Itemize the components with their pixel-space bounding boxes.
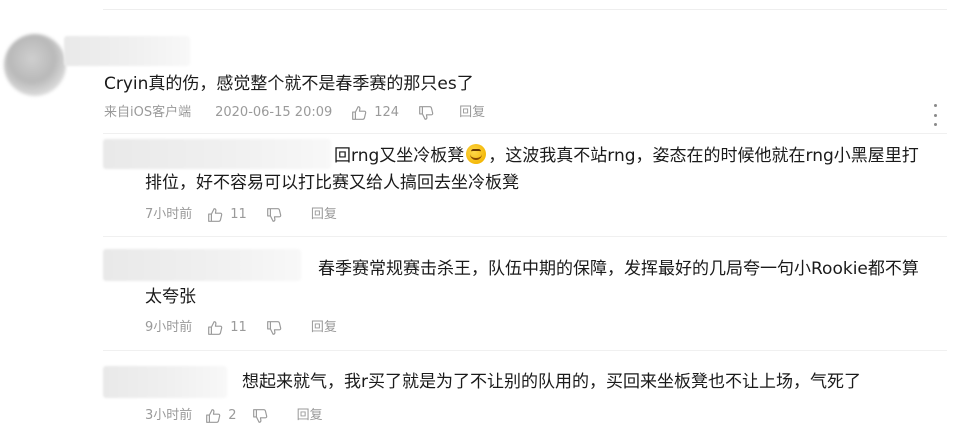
reply-text-line1: 回rng又坐冷板凳 ，这波我真不站rng，姿态在的时候他就在rng小黑屋里打: [334, 141, 919, 171]
reply-text-line2: 排位，好不容易可以打比赛又给人搞回去坐冷板凳: [145, 173, 519, 193]
reply-text-line2: 太夸张: [145, 287, 196, 307]
reply-meta: 7小时前 11 回复: [145, 206, 337, 224]
reply-button[interactable]: 回复: [459, 104, 485, 122]
reply-time: 7小时前: [145, 207, 193, 222]
reply-text-line1: 想起来就气，我r买了就是为了不让别的队用的，买回来坐板凳也不让上场，气死了: [242, 372, 861, 392]
reply-username-blurred[interactable]: [103, 249, 301, 281]
reply-button[interactable]: 回复: [297, 407, 323, 425]
thumbs-down-icon[interactable]: [265, 319, 283, 337]
username-blurred[interactable]: [64, 36, 190, 66]
like-count: 124: [374, 105, 400, 120]
reply-text-line1: 春季赛常规赛击杀王，队伍中期的保障，发挥最好的几局夸一句小Rookie都不算: [318, 259, 919, 279]
thumbs-up-icon[interactable]: [206, 206, 224, 224]
reply-meta: 3小时前 2 回复: [145, 407, 323, 425]
reply-meta: 9小时前 11 回复: [145, 319, 337, 337]
timestamp: 2020-06-15 20:09: [215, 105, 333, 120]
emoji-icon: [466, 144, 487, 164]
comment-meta: 来自iOS客户端 2020-06-15 20:09 124 回复: [104, 104, 485, 122]
comment-text: Cryin真的伤，感觉整个就不是春季赛的那只es了: [104, 74, 474, 94]
divider: [103, 350, 947, 351]
thumbs-down-icon[interactable]: [251, 407, 269, 425]
thumbs-up-icon[interactable]: [350, 104, 368, 122]
thumbs-up-icon[interactable]: [206, 319, 224, 337]
reply-text-part: ，这波我真不站rng，姿态在的时候他就在rng小黑屋里打: [488, 146, 919, 166]
avatar[interactable]: [4, 34, 66, 96]
thumbs-down-icon[interactable]: [265, 206, 283, 224]
top-divider: [103, 9, 947, 10]
source-label: 来自iOS客户端: [104, 105, 192, 120]
thumbs-down-icon[interactable]: [417, 104, 435, 122]
reply-button[interactable]: 回复: [311, 206, 337, 224]
divider: [103, 236, 947, 237]
reply-username-blurred[interactable]: [103, 366, 227, 398]
more-vertical-icon[interactable]: [931, 104, 939, 126]
like-count: 11: [230, 207, 247, 222]
like-count: 2: [228, 408, 237, 423]
reply-time: 9小时前: [145, 320, 193, 335]
reply-button[interactable]: 回复: [311, 319, 337, 337]
reply-time: 3小时前: [145, 408, 193, 423]
reply-username-blurred[interactable]: [103, 139, 331, 169]
divider: [103, 133, 947, 134]
thumbs-up-icon[interactable]: [204, 407, 222, 425]
reply-text-part: 回rng又坐冷板凳: [334, 146, 465, 166]
like-count: 11: [230, 320, 247, 335]
